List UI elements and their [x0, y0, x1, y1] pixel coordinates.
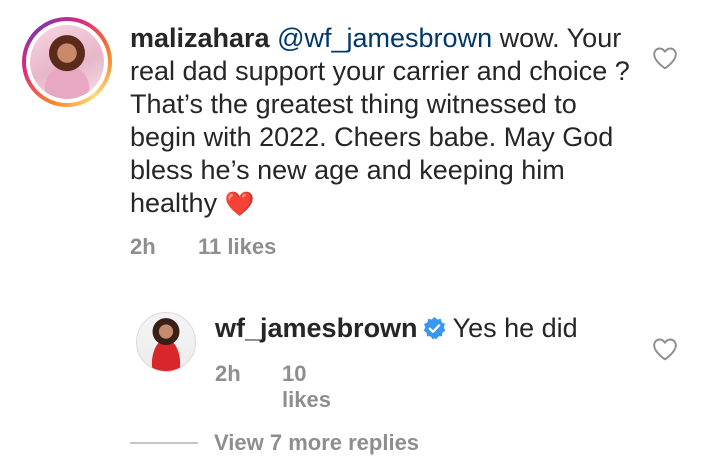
comment-body: malizahara @wf_jamesbrown wow. Your real… — [130, 22, 630, 221]
heart-outline-icon[interactable] — [652, 337, 678, 361]
avatar-story-ring[interactable] — [22, 17, 112, 107]
comment-item: malizahara @wf_jamesbrown wow. Your real… — [0, 0, 720, 290]
reply-username[interactable]: wf_jamesbrown — [215, 313, 418, 343]
reply-avatar[interactable] — [136, 312, 196, 372]
verified-badge-icon — [423, 317, 445, 340]
replies-divider-line — [130, 442, 198, 444]
reply-text: Yes he did — [452, 313, 578, 343]
comment-timestamp: 2h — [130, 234, 156, 259]
comment-username[interactable]: malizahara — [130, 23, 270, 53]
comment-mention-link[interactable]: @wf_jamesbrown — [277, 23, 492, 53]
heart-outline-icon[interactable] — [652, 46, 678, 70]
view-more-replies-button[interactable]: View 7 more replies — [130, 428, 419, 458]
avatar — [30, 25, 104, 99]
reply-likes-count[interactable]: 10 likes — [282, 361, 331, 413]
view-more-replies-label: View 7 more replies — [214, 430, 420, 455]
reply-timestamp: 2h — [215, 361, 241, 386]
red-heart-emoji: ❤️ — [224, 191, 255, 218]
comment-likes-count[interactable]: 11 likes — [198, 234, 276, 260]
reply-body: wf_jamesbrown Yes he did — [215, 312, 578, 345]
